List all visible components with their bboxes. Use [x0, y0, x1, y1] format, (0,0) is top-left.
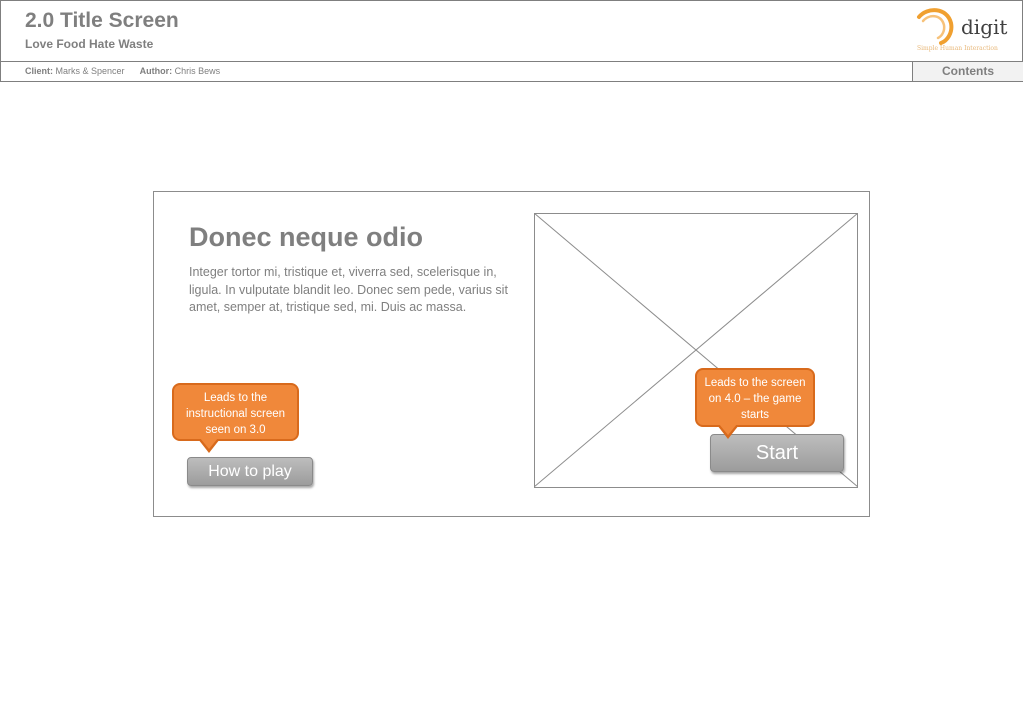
client-value: Marks & Spencer [55, 66, 125, 76]
page-title: 2.0 Title Screen [25, 9, 179, 32]
screen-body-text: Integer tortor mi, tristique et, viverra… [189, 265, 508, 314]
page-subtitle: Love Food Hate Waste [25, 37, 154, 51]
client-label: Client: [25, 66, 53, 76]
digit-logo: digit Simple Human Interaction [909, 5, 1019, 59]
start-annotation: Leads to the screen on 4.0 – the game st… [695, 368, 815, 439]
contents-button[interactable]: Contents [912, 61, 1023, 82]
logo-wordmark: digit [961, 15, 1008, 39]
meta-info: Client: Marks & Spencer Author: Chris Be… [25, 66, 220, 76]
logo-tagline: Simple Human Interaction [917, 45, 998, 52]
screen-wireframe: Donec neque odio Integer tortor mi, tris… [153, 191, 870, 517]
author-value: Chris Bews [174, 66, 221, 76]
start-note-text: Leads to the screen on 4.0 – the game st… [704, 377, 806, 421]
screen-heading: Donec neque odio [189, 222, 424, 252]
swirl-logo-icon [917, 8, 954, 45]
how-to-play-button[interactable]: How to play [187, 457, 313, 486]
how-to-play-annotation: Leads to the instructional screen seen o… [172, 383, 299, 453]
start-button[interactable]: Start [710, 434, 844, 472]
author-label: Author: [139, 66, 173, 76]
page-header: 2.0 Title Screen Love Food Hate Waste di… [0, 0, 1023, 62]
info-bar: Client: Marks & Spencer Author: Chris Be… [0, 61, 1023, 82]
how-to-play-note-text: Leads to the instructional screen seen o… [185, 392, 286, 436]
